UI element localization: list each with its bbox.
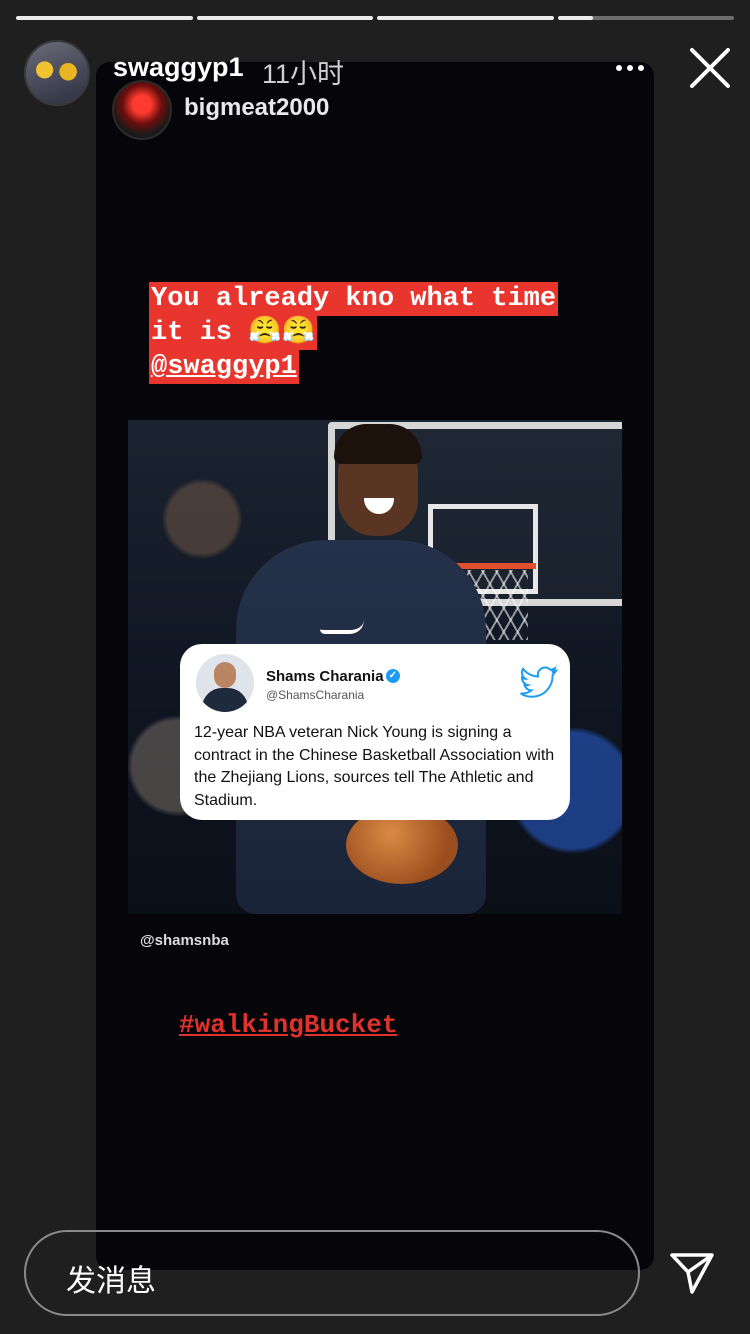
hashtag-link[interactable]: #walkingBucket — [179, 1010, 397, 1040]
tweet-body-text: 12-year NBA veteran Nick Young is signin… — [194, 724, 555, 809]
tweet-author-name: Shams Charania — [266, 668, 384, 685]
tweet-card: Shams Charania ✓ @ShamsCharania 12-year … — [180, 644, 570, 820]
tweet-author-handle: @ShamsCharania — [266, 688, 365, 702]
progress-segment-4 — [557, 16, 734, 20]
player-hair — [334, 424, 422, 464]
close-icon — [690, 48, 730, 88]
tweet-author-avatar — [196, 654, 254, 712]
send-button[interactable] — [668, 1250, 716, 1296]
caption-line-2: it is 😤😤 — [149, 316, 318, 350]
shared-post-username[interactable]: bigmeat2000 — [184, 94, 329, 122]
verified-badge-icon: ✓ — [386, 669, 400, 683]
progress-segment-3 — [377, 16, 554, 20]
send-icon — [670, 1253, 714, 1294]
send-message-placeholder: 发消息 — [66, 1265, 156, 1298]
story-time-ago: 11小时 — [262, 59, 345, 89]
progress-segment-2 — [196, 16, 373, 20]
caption-line-1: You already kno what time — [149, 282, 559, 316]
story-author-avatar[interactable] — [24, 40, 90, 106]
story-author-username[interactable]: swaggyp1 — [113, 52, 244, 83]
twitter-bird-icon — [520, 666, 558, 698]
story-progress-bar — [16, 16, 734, 20]
more-horizontal-icon — [616, 65, 622, 71]
image-credit: @shamsnba — [140, 932, 229, 949]
more-options-button[interactable] — [606, 56, 654, 80]
progress-segment-1 — [16, 16, 193, 20]
close-button[interactable] — [686, 44, 734, 92]
caption-mention[interactable]: @swaggyp1 — [149, 350, 299, 384]
shared-post-avatar[interactable] — [112, 80, 172, 140]
caption-text: You already kno what time it is 😤😤 @swag… — [149, 282, 559, 384]
